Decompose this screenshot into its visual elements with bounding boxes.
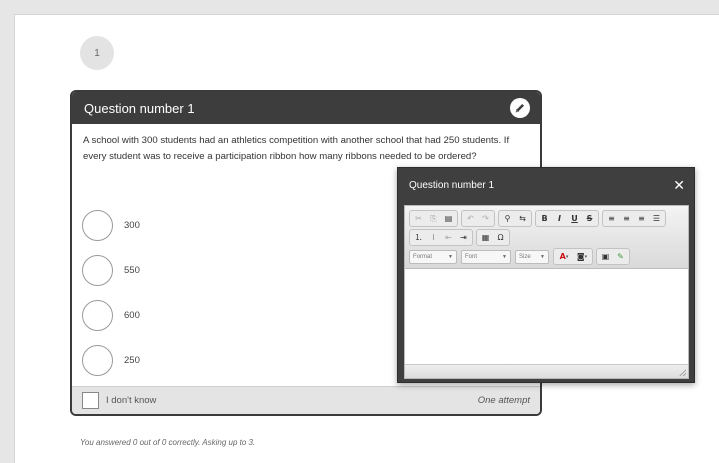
chevron-down-icon: ▼ xyxy=(540,253,545,260)
replace-icon[interactable]: ⇆ xyxy=(515,211,530,226)
bullet-list-icon[interactable]: ⁝ xyxy=(426,230,441,245)
source-icon[interactable]: ▣ xyxy=(598,249,613,264)
option-label: 550 xyxy=(124,265,140,276)
dont-know-option[interactable]: I don't know xyxy=(82,392,156,409)
list-group: ⒈ ⁝ ⇤ ⇥ xyxy=(409,229,473,246)
question-header: Question number 1 xyxy=(72,92,540,124)
misc-group: ▣ ✎ xyxy=(596,248,630,265)
attempts-label: One attempt xyxy=(477,395,530,406)
dont-know-label: I don't know xyxy=(106,395,157,406)
rich-text-editor: ✂ ⎘ ▤ ↶ ↷ ⚲ ⇆ B I U S ≡ ≡ ≡ ☰ ⒈ ⁝ ⇤ ⇥ ▦ … xyxy=(404,205,689,379)
align-left-icon[interactable]: ≡ xyxy=(604,211,619,226)
option-radio[interactable] xyxy=(82,345,113,376)
redo-icon[interactable]: ↷ xyxy=(478,211,493,226)
indent-icon[interactable]: ⇥ xyxy=(456,230,471,245)
table-icon[interactable]: ▦ xyxy=(478,230,493,245)
option-label: 300 xyxy=(124,220,140,231)
format-dropdown[interactable]: Format ▼ xyxy=(409,249,457,264)
toolbar-row: ⒈ ⁝ ⇤ ⇥ ▦ Ω xyxy=(409,228,684,247)
format-label: Format xyxy=(413,253,433,260)
option-label: 600 xyxy=(124,310,140,321)
chevron-down-icon: ▼ xyxy=(502,253,507,260)
alignment-group: ≡ ≡ ≡ ☰ xyxy=(602,210,666,227)
option-radio[interactable] xyxy=(82,300,113,331)
background-color-icon[interactable]: ◙ ▾ xyxy=(573,249,591,264)
undo-icon[interactable]: ↶ xyxy=(463,211,478,226)
dialog-header: Question number 1 ✕ xyxy=(398,168,694,202)
dont-know-checkbox[interactable] xyxy=(82,392,99,409)
answer-option[interactable]: 300 xyxy=(82,203,140,248)
edit-question-button[interactable] xyxy=(510,98,530,118)
answer-option[interactable]: 600 xyxy=(82,293,140,338)
strike-icon[interactable]: S xyxy=(582,211,597,226)
underline-icon[interactable]: U xyxy=(567,211,582,226)
color-group: A ▾ ◙ ▾ xyxy=(553,248,593,265)
answer-summary: You answered 0 out of 0 correctly. Askin… xyxy=(80,438,256,447)
image-icon[interactable]: ✎ xyxy=(613,249,628,264)
toolbar-row: Format ▼ Font ▼ Size ▼ A ▾ ◙ ▾ ▣ ✎ xyxy=(409,247,684,266)
justify-icon[interactable]: ☰ xyxy=(649,211,664,226)
font-dropdown[interactable]: Font ▼ xyxy=(461,249,511,264)
paste-icon[interactable]: ▤ xyxy=(441,211,456,226)
resize-handle[interactable] xyxy=(679,369,686,376)
chevron-down-icon: ▼ xyxy=(448,253,453,260)
clipboard-group: ✂ ⎘ ▤ xyxy=(409,210,458,227)
align-center-icon[interactable]: ≡ xyxy=(619,211,634,226)
copy-icon[interactable]: ⎘ xyxy=(426,211,441,226)
size-dropdown[interactable]: Size ▼ xyxy=(515,249,549,264)
history-group: ↶ ↷ xyxy=(461,210,495,227)
align-right-icon[interactable]: ≡ xyxy=(634,211,649,226)
toolbar-row: ✂ ⎘ ▤ ↶ ↷ ⚲ ⇆ B I U S ≡ ≡ ≡ ☰ xyxy=(409,209,684,228)
outdent-icon[interactable]: ⇤ xyxy=(441,230,456,245)
question-text: A school with 300 students had an athlet… xyxy=(83,135,510,162)
find-icon[interactable]: ⚲ xyxy=(500,211,515,226)
step-badge: 1 xyxy=(80,36,114,70)
answer-option[interactable]: 250 xyxy=(82,338,140,383)
editor-status-bar xyxy=(405,364,688,378)
insert-group: ▦ Ω xyxy=(476,229,510,246)
text-style-group: B I U S xyxy=(535,210,599,227)
cut-icon[interactable]: ✂ xyxy=(411,211,426,226)
close-icon[interactable]: ✕ xyxy=(673,178,685,192)
question-footer: I don't know One attempt xyxy=(72,386,540,414)
numbered-list-icon[interactable]: ⒈ xyxy=(411,230,426,245)
font-label: Font xyxy=(465,253,478,260)
pencil-icon xyxy=(515,104,524,113)
dialog-title: Question number 1 xyxy=(409,179,495,191)
answer-option[interactable]: 550 xyxy=(82,248,140,293)
bold-icon[interactable]: B xyxy=(537,211,552,226)
size-label: Size xyxy=(519,253,531,260)
find-group: ⚲ ⇆ xyxy=(498,210,532,227)
option-radio[interactable] xyxy=(82,210,113,241)
special-char-icon[interactable]: Ω xyxy=(493,230,508,245)
editor-dialog: Question number 1 ✕ ✂ ⎘ ▤ ↶ ↷ ⚲ ⇆ B I U … xyxy=(397,167,695,383)
italic-icon[interactable]: I xyxy=(552,211,567,226)
option-label: 250 xyxy=(124,355,140,366)
question-title: Question number 1 xyxy=(84,100,195,116)
answer-options: 300 550 600 250 xyxy=(82,203,140,383)
text-color-icon[interactable]: A ▾ xyxy=(555,249,573,264)
editor-content-area[interactable] xyxy=(405,270,688,364)
editor-toolbar: ✂ ⎘ ▤ ↶ ↷ ⚲ ⇆ B I U S ≡ ≡ ≡ ☰ ⒈ ⁝ ⇤ ⇥ ▦ … xyxy=(405,206,688,269)
option-radio[interactable] xyxy=(82,255,113,286)
